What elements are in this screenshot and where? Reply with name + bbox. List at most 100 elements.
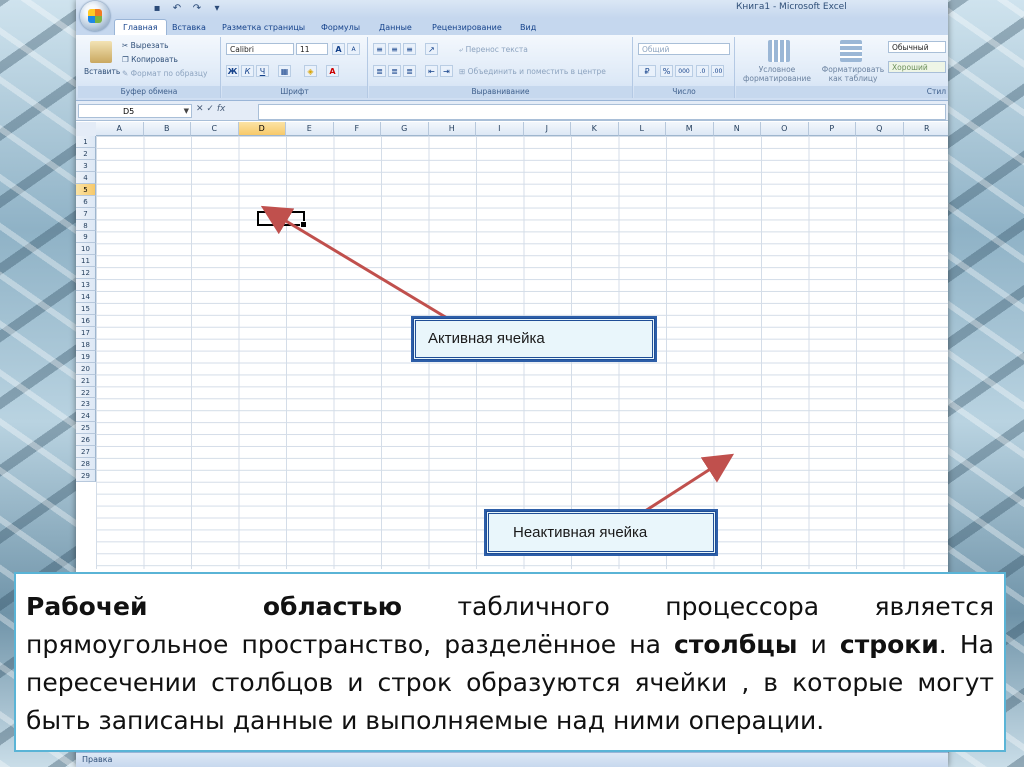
row-header[interactable]: 25 xyxy=(76,422,96,435)
row-header[interactable]: 2 xyxy=(76,147,96,160)
tab-data[interactable]: Данные xyxy=(379,20,412,35)
row-header[interactable]: 20 xyxy=(76,362,96,375)
thousands-button[interactable]: 000 xyxy=(675,65,693,77)
fill-color-icon[interactable]: ◈ xyxy=(304,65,317,77)
office-button[interactable] xyxy=(80,1,110,31)
row-header[interactable]: 24 xyxy=(76,410,96,423)
column-header[interactable]: J xyxy=(523,122,571,136)
format-as-table-button[interactable]: Форматировать как таблицу xyxy=(818,65,888,83)
cancel-icon[interactable]: ✕ xyxy=(196,104,204,114)
row-header[interactable]: 16 xyxy=(76,314,96,327)
fx-icon[interactable]: fx xyxy=(217,104,226,114)
format-as-table-icon[interactable] xyxy=(840,40,862,62)
enter-icon[interactable]: ✓ xyxy=(206,104,214,114)
save-icon[interactable]: ▪ xyxy=(150,2,164,15)
align-right-icon[interactable]: ≣ xyxy=(403,65,416,77)
column-header[interactable]: G xyxy=(381,122,429,136)
column-header[interactable]: D xyxy=(238,122,286,136)
column-header[interactable]: I xyxy=(476,122,524,136)
row-header[interactable]: 11 xyxy=(76,255,96,268)
row-header[interactable]: 21 xyxy=(76,374,96,387)
row-header[interactable]: 5 xyxy=(76,183,96,196)
italic-button[interactable]: К xyxy=(241,65,254,77)
increase-indent-icon[interactable]: ⇥ xyxy=(440,65,453,77)
column-header[interactable]: A xyxy=(96,122,144,136)
undo-icon[interactable]: ↶ xyxy=(170,2,184,15)
decrease-indent-icon[interactable]: ⇤ xyxy=(425,65,438,77)
bold-button[interactable]: Ж xyxy=(226,65,239,77)
row-header[interactable]: 8 xyxy=(76,219,96,232)
column-header[interactable]: M xyxy=(666,122,714,136)
column-header[interactable]: N xyxy=(713,122,761,136)
row-header[interactable]: 29 xyxy=(76,470,96,482)
select-all-button[interactable] xyxy=(76,122,97,137)
tab-view[interactable]: Вид xyxy=(520,20,536,35)
column-header[interactable]: Q xyxy=(856,122,904,136)
column-header[interactable]: L xyxy=(618,122,666,136)
row-header[interactable]: 14 xyxy=(76,291,96,303)
row-header[interactable]: 19 xyxy=(76,350,96,363)
paste-button[interactable]: Вставить xyxy=(84,67,120,76)
tab-review[interactable]: Рецензирование xyxy=(432,20,502,35)
format-painter-button[interactable]: ✎ Формат по образцу xyxy=(122,69,207,78)
orientation-icon[interactable]: ↗ xyxy=(425,43,438,55)
tab-home[interactable]: Главная xyxy=(114,19,167,35)
align-top-icon[interactable]: ≡ xyxy=(373,43,386,55)
borders-icon[interactable]: ▦ xyxy=(278,65,291,77)
style-normal[interactable]: Обычный xyxy=(888,41,946,53)
row-header[interactable]: 7 xyxy=(76,207,96,220)
row-header[interactable]: 12 xyxy=(76,267,96,280)
number-format-select[interactable]: Общий xyxy=(638,43,730,55)
column-header[interactable]: H xyxy=(428,122,476,136)
row-header[interactable]: 28 xyxy=(76,458,96,471)
align-center-icon[interactable]: ≣ xyxy=(388,65,401,77)
row-header[interactable]: 23 xyxy=(76,398,96,411)
row-header[interactable]: 17 xyxy=(76,326,96,339)
merge-center-button[interactable]: ⊞ Объединить и поместить в центре xyxy=(459,67,606,76)
font-color-icon[interactable]: A xyxy=(326,65,339,77)
wrap-text-button[interactable]: ⤶ Перенос текста xyxy=(459,45,528,55)
align-bottom-icon[interactable]: ≡ xyxy=(403,43,416,55)
formula-input[interactable] xyxy=(258,104,946,120)
increase-decimal-icon[interactable]: .0 xyxy=(696,65,709,77)
row-header[interactable]: 3 xyxy=(76,159,96,172)
column-header[interactable]: R xyxy=(903,122,948,136)
column-header[interactable]: C xyxy=(191,122,239,136)
tab-page-layout[interactable]: Разметка страницы xyxy=(222,20,305,35)
row-header[interactable]: 27 xyxy=(76,446,96,459)
currency-icon[interactable]: ₽ xyxy=(638,65,656,77)
column-header[interactable]: B xyxy=(143,122,191,136)
row-header[interactable]: 26 xyxy=(76,434,96,447)
tab-formulas[interactable]: Формулы xyxy=(321,20,360,35)
column-header[interactable]: O xyxy=(761,122,809,136)
column-header[interactable]: P xyxy=(808,122,856,136)
row-header[interactable]: 15 xyxy=(76,303,96,315)
row-header[interactable]: 10 xyxy=(76,243,96,256)
customize-qat-icon[interactable]: ▾ xyxy=(210,2,224,15)
column-header[interactable]: F xyxy=(333,122,381,136)
grow-font-button[interactable]: A xyxy=(332,43,345,55)
underline-button[interactable]: Ч xyxy=(256,65,269,77)
row-header[interactable]: 9 xyxy=(76,231,96,244)
row-header[interactable]: 4 xyxy=(76,171,96,184)
font-size-select[interactable]: 11 xyxy=(296,43,328,55)
paste-icon[interactable] xyxy=(90,41,112,63)
percent-button[interactable]: % xyxy=(660,65,673,77)
font-name-select[interactable]: Calibri xyxy=(226,43,294,55)
chevron-down-icon[interactable]: ▼ xyxy=(184,105,189,118)
name-box[interactable]: D5 ▼ xyxy=(78,104,192,118)
decrease-decimal-icon[interactable]: .00 xyxy=(711,65,724,77)
column-header[interactable]: K xyxy=(571,122,619,136)
row-header[interactable]: 6 xyxy=(76,195,96,208)
active-cell[interactable] xyxy=(257,211,307,228)
row-header[interactable]: 13 xyxy=(76,279,96,292)
tab-insert[interactable]: Вставка xyxy=(172,20,206,35)
conditional-format-button[interactable]: Условное форматирование xyxy=(742,65,812,83)
copy-button[interactable]: ❐ Копировать xyxy=(122,55,178,64)
row-header[interactable]: 18 xyxy=(76,338,96,351)
cut-button[interactable]: ✂ Вырезать xyxy=(122,41,169,50)
shrink-font-button[interactable]: A xyxy=(347,43,360,55)
row-header[interactable]: 22 xyxy=(76,386,96,399)
redo-icon[interactable]: ↷ xyxy=(190,2,204,15)
conditional-format-icon[interactable] xyxy=(768,40,790,62)
